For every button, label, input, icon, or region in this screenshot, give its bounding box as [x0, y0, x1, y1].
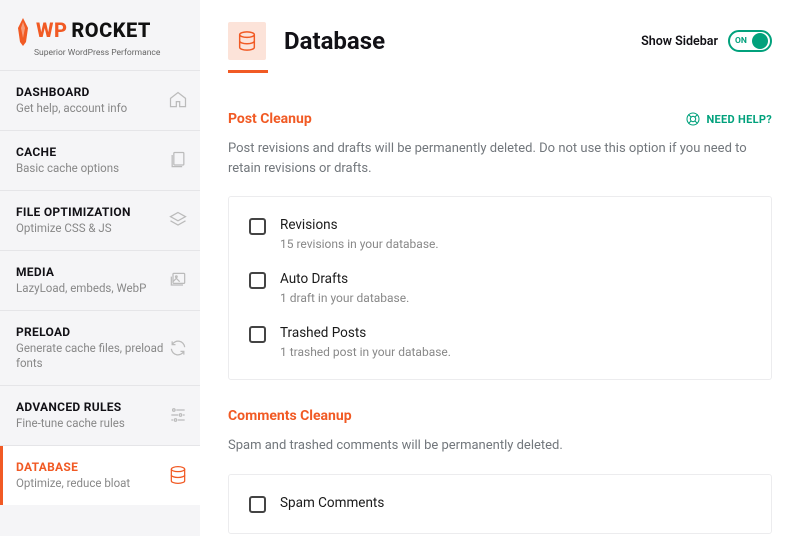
files-icon — [168, 150, 188, 170]
comments-cleanup-options: Spam Comments — [228, 474, 772, 534]
sidebar-item-media[interactable]: MEDIALazyLoad, embeds, WebP — [0, 250, 200, 310]
comments-cleanup-desc: Spam and trashed comments will be perman… — [228, 436, 772, 456]
checkbox-revisions[interactable] — [249, 218, 266, 235]
header-database-icon — [228, 22, 266, 60]
post-cleanup-options: Revisions15 revisions in your database. … — [228, 196, 772, 380]
sidebar-item-advanced-rules[interactable]: ADVANCED RULESFine-tune cache rules — [0, 385, 200, 445]
sidebar: WP ROCKET Superior WordPress Performance… — [0, 0, 200, 536]
home-icon — [168, 90, 188, 110]
checkbox-trashed-posts[interactable] — [249, 326, 266, 343]
show-sidebar-toggle[interactable]: ON — [728, 30, 772, 52]
nav: DASHBOARDGet help, account info CACHEBas… — [0, 70, 200, 505]
refresh-icon — [168, 338, 188, 358]
checkbox-auto-drafts[interactable] — [249, 272, 266, 289]
brand-tagline: Superior WordPress Performance — [34, 48, 184, 58]
sidebar-item-file-optimization[interactable]: FILE OPTIMIZATIONOptimize CSS & JS — [0, 190, 200, 250]
section-post-cleanup: Post Cleanup NEED HELP? Post revisions a… — [228, 111, 772, 380]
need-help-link[interactable]: NEED HELP? — [685, 111, 773, 127]
images-icon — [168, 270, 188, 290]
brand-rocket: ROCKET — [71, 18, 151, 42]
show-sidebar-label: Show Sidebar — [641, 34, 718, 49]
sidebar-item-preload[interactable]: PRELOADGenerate cache files, preload fon… — [0, 310, 200, 385]
logo: WP ROCKET Superior WordPress Performance — [0, 0, 200, 70]
page-header: Database Show Sidebar ON — [228, 22, 772, 60]
sidebar-item-database[interactable]: DATABASEOptimize, reduce bloat — [0, 445, 200, 505]
sidebar-item-cache[interactable]: CACHEBasic cache options — [0, 130, 200, 190]
layers-icon — [168, 210, 188, 230]
post-cleanup-title: Post Cleanup — [228, 111, 312, 127]
rocket-icon — [16, 18, 30, 46]
page-title: Database — [284, 27, 385, 55]
sidebar-item-dashboard[interactable]: DASHBOARDGet help, account info — [0, 70, 200, 130]
main-content: Database Show Sidebar ON Post Cleanup NE… — [200, 0, 800, 536]
section-comments-cleanup: Comments Cleanup Spam and trashed commen… — [228, 408, 772, 534]
sliders-icon — [168, 405, 188, 425]
option-auto-drafts[interactable]: Auto Drafts1 draft in your database. — [229, 261, 771, 315]
option-trashed-posts[interactable]: Trashed Posts1 trashed post in your data… — [229, 315, 771, 369]
lifebuoy-icon — [685, 111, 701, 127]
database-icon — [168, 465, 188, 485]
comments-cleanup-title: Comments Cleanup — [228, 408, 352, 424]
option-revisions[interactable]: Revisions15 revisions in your database. — [229, 207, 771, 261]
option-spam-comments[interactable]: Spam Comments — [229, 485, 771, 523]
brand-wp: WP — [36, 18, 67, 42]
post-cleanup-desc: Post revisions and drafts will be perman… — [228, 139, 772, 178]
checkbox-spam-comments[interactable] — [249, 496, 266, 513]
header-underline — [228, 70, 268, 73]
